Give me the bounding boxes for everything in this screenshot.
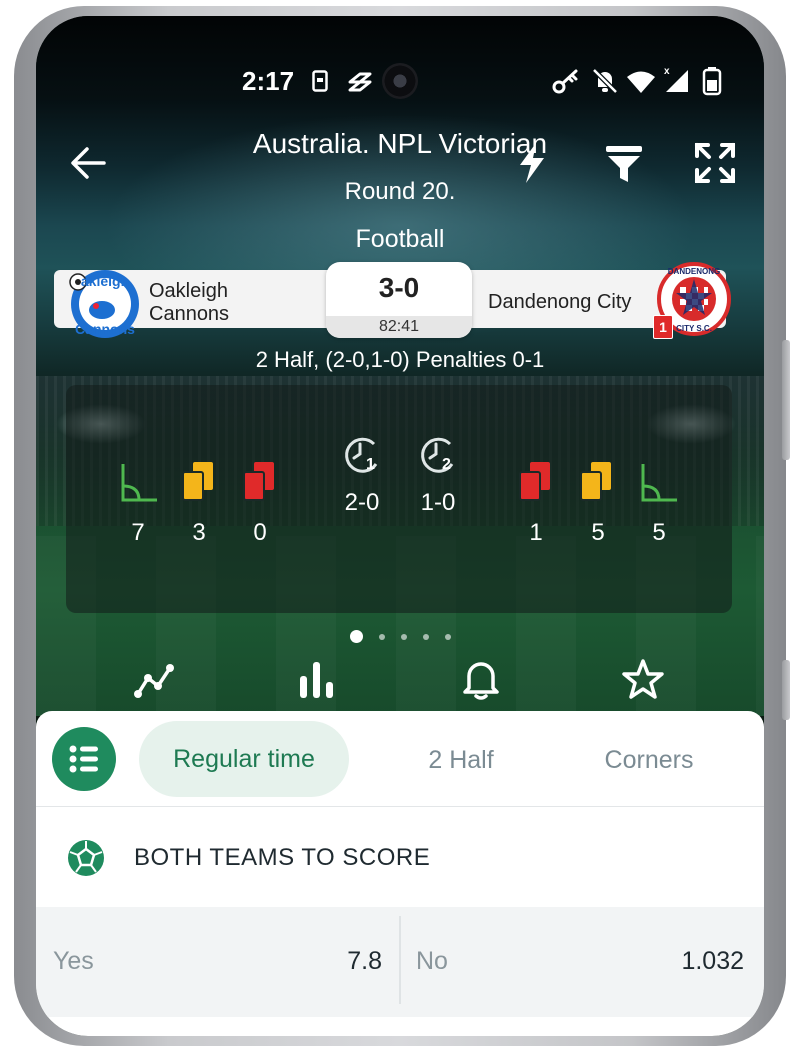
notification-bell-icon[interactable] [460, 658, 502, 705]
league-title: Australia. NPL Victorian [252, 128, 548, 159]
second-half-score: 1-0 [420, 489, 456, 516]
home-team-name-line2[interactable]: Cannons [149, 303, 229, 326]
phone-side-button [782, 660, 790, 720]
home-team-logo[interactable]: akleigh Cannons [66, 264, 144, 342]
away-red-count: 1 [529, 519, 543, 546]
red-card-badge: 1 [653, 315, 673, 339]
cell-signal-icon: x [662, 64, 692, 99]
away-yellow-count: 5 [591, 519, 605, 546]
odds-yes-label: Yes [53, 947, 94, 975]
page-dot[interactable] [378, 633, 385, 640]
away-team-name[interactable]: Dandenong City [488, 291, 631, 314]
wifi-icon [626, 70, 656, 99]
match-period-info: 2 Half, (2-0,1-0) Penalties 0-1 [255, 347, 545, 372]
cast-icon [346, 72, 374, 97]
mute-bell-icon [592, 68, 618, 99]
away-corners-count: 5 [652, 519, 666, 546]
svg-text:x: x [664, 66, 670, 77]
odds-no-label: No [416, 947, 448, 975]
favorite-star-icon[interactable] [622, 658, 664, 705]
key-icon [552, 68, 580, 99]
svg-text:Cannons: Cannons [75, 321, 135, 337]
page-dot[interactable] [444, 633, 451, 640]
bar-stats-icon[interactable] [296, 658, 338, 705]
red-card-icon [516, 460, 556, 509]
first-half-clock-icon: 1 [340, 434, 384, 480]
market-title: BOTH TEAMS TO SCORE [134, 844, 431, 871]
corner-flag-icon [119, 462, 159, 507]
first-half-score: 2-0 [344, 489, 380, 516]
odds-no-value: 1.032 [681, 947, 744, 975]
svg-text:CITY S.C.: CITY S.C. [676, 324, 712, 333]
corner-flag-icon [639, 462, 679, 507]
match-clock: 82:41 [326, 316, 472, 338]
lightning-icon[interactable] [514, 141, 550, 190]
tab-corners[interactable]: Corners [584, 746, 714, 775]
tab-2-half[interactable]: 2 Half [396, 746, 526, 775]
second-half-clock-icon: 2 [416, 434, 460, 480]
red-card-icon [240, 460, 280, 509]
home-red-count: 0 [253, 519, 267, 546]
yellow-card-icon [179, 460, 219, 509]
yellow-card-icon [577, 460, 617, 509]
match-score: 3-0 [378, 272, 420, 303]
sport-label: Football [355, 225, 445, 253]
round-label: Round 20. [344, 178, 456, 205]
phone-side-button [782, 340, 790, 460]
first-half-label: 1 [366, 456, 375, 473]
carousel-pagination [36, 628, 764, 646]
football-icon [66, 838, 106, 883]
stats-panel [66, 385, 732, 613]
fullscreen-icon[interactable] [694, 142, 736, 189]
front-camera [382, 63, 418, 99]
line-chart-icon[interactable] [132, 660, 176, 705]
odds-yes-value: 7.8 [347, 947, 382, 975]
page-dot[interactable] [400, 633, 407, 640]
filter-icon[interactable] [604, 144, 644, 189]
status-time: 2:17 [242, 66, 295, 96]
home-team-name-line1[interactable]: Oakleigh [149, 280, 228, 303]
svg-text:DANDENONG: DANDENONG [668, 267, 720, 276]
app-screen: 2:17 x Australia. NPL Victorian Round 20… [36, 16, 764, 1036]
second-half-label: 2 [442, 456, 451, 473]
markets-menu-button[interactable] [52, 727, 116, 791]
svg-text:akleigh: akleigh [81, 273, 129, 289]
tab-regular-time[interactable]: Regular time [139, 721, 349, 797]
battery-icon [702, 66, 722, 101]
home-yellow-count: 3 [192, 519, 206, 546]
page-dot-active[interactable] [349, 630, 363, 644]
page-dot[interactable] [422, 633, 429, 640]
screen-record-icon [312, 70, 328, 97]
home-corners-count: 7 [131, 519, 145, 546]
